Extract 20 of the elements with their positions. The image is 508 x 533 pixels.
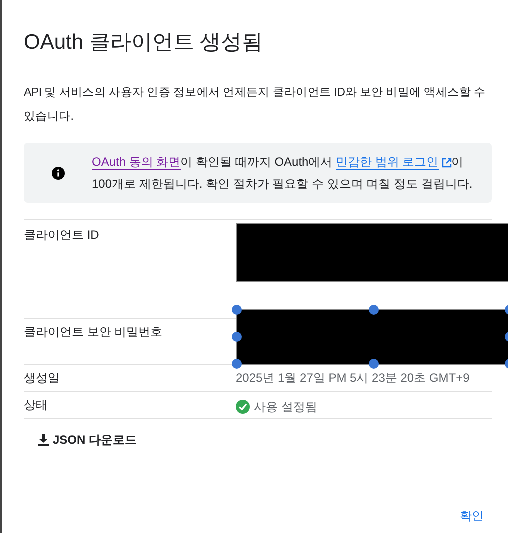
selection-handle[interactable] (368, 359, 378, 370)
notice-text: OAuth 동의 화면 이 확인될 때까지 OAuth에서 민감한 범위 로그인 이 100개로 제한됩니다. 확인 절차가 필요할 수 있으며 며칠 정도 걸립니다. (92, 154, 474, 194)
download-icon (38, 434, 49, 446)
date-value: 2025년 1월 27일 PM 5시 23분 20초 GMT+9 (236, 370, 470, 388)
selection-handle[interactable] (232, 332, 242, 342)
confirm-button[interactable]: 확인 (456, 503, 488, 529)
field-label: 클라이언트 ID (24, 227, 100, 244)
selection-handle[interactable] (232, 305, 242, 316)
download-button[interactable]: JSON 다운로드 (28, 425, 148, 456)
field-label: 상태 (24, 397, 49, 414)
field-label: 클라이언트 보안 비밀번호 (24, 324, 164, 342)
status-value: 사용 설정됨 (254, 399, 318, 416)
selection-handle[interactable] (232, 359, 242, 370)
dialog-title: OAuth 클라이언트 생성됨 (24, 30, 264, 56)
notice-link[interactable]: 민감한 범위 로그인 (336, 155, 439, 170)
selection-handle[interactable] (368, 305, 378, 316)
notice-link[interactable]: OAuth 동의 화면 (92, 155, 181, 170)
field-label: 생성일 (24, 370, 61, 388)
info-icon (52, 166, 64, 180)
description-text: API 및 서비스의 사용자 인증 정보에서 언제든지 클라이언트 ID와 보안 비밀에 액세스할 수 있습니다. (24, 85, 487, 126)
